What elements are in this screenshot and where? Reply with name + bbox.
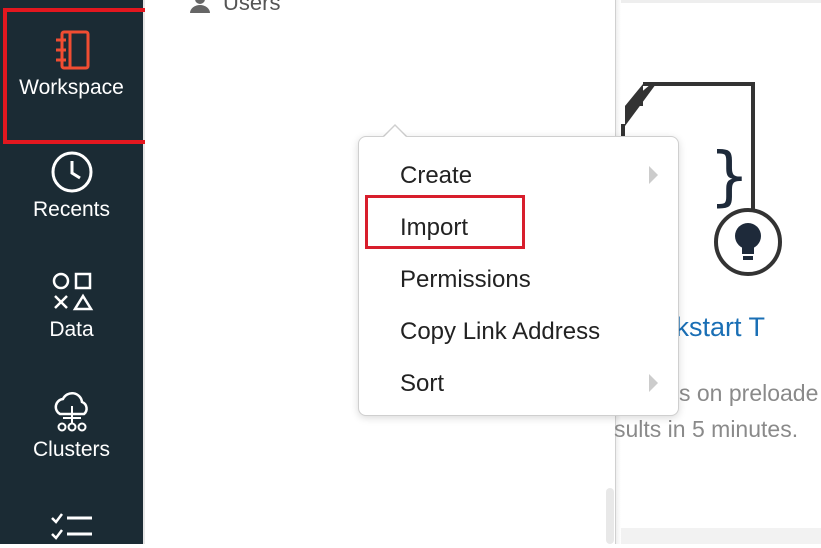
sidebar-item-workspace[interactable]: Workspace (0, 28, 143, 100)
sidebar-item-label: Recents (32, 198, 111, 221)
chevron-right-icon (649, 374, 658, 392)
menu-item-label: Create (400, 162, 473, 189)
sidebar-item-label: Clusters (32, 438, 111, 461)
description-line-2: sults in 5 minutes. (614, 416, 799, 442)
users-icon (190, 0, 210, 13)
menu-item-permissions[interactable]: Permissions (359, 256, 678, 300)
sidebar-item-recents[interactable]: Recents (0, 150, 143, 222)
menu-item-label: Sort (400, 370, 445, 397)
chevron-right-icon (649, 166, 658, 184)
menu-item-import[interactable]: Import (359, 204, 678, 248)
clock-icon (51, 151, 92, 193)
menu-item-label: Copy Link Address (400, 318, 601, 345)
folder-label: Users (223, 0, 281, 15)
svg-text:}: } (709, 140, 750, 214)
description-line-1: s on preloade (679, 380, 819, 406)
checklist-icon (50, 513, 92, 540)
scrollbar[interactable] (606, 488, 614, 544)
sidebar-item-label: Data (49, 318, 94, 341)
sidebar-item-label: Workspace (19, 76, 124, 99)
menu-caret-inner (384, 126, 406, 137)
users-folder-row[interactable]: Users (187, 0, 280, 16)
context-menu: Create Import Permissions Copy Link Addr… (358, 136, 679, 416)
sidebar-item-data[interactable]: Data (0, 270, 143, 342)
cloud-cluster-icon (54, 392, 88, 432)
menu-item-create[interactable]: Create (359, 152, 678, 196)
sidebar-item-clusters[interactable]: Clusters (0, 390, 143, 462)
menu-item-copy-link[interactable]: Copy Link Address (359, 308, 678, 352)
bottom-bar (621, 528, 821, 544)
shapes-icon (52, 272, 93, 311)
menu-item-label: Import (400, 214, 469, 241)
menu-item-sort[interactable]: Sort (359, 360, 678, 404)
menu-item-label: Permissions (400, 266, 531, 293)
sidebar-nav: Workspace Recents Data Clusters (0, 0, 145, 544)
notebook-icon (55, 30, 89, 70)
sidebar-item-jobs[interactable] (0, 510, 143, 548)
